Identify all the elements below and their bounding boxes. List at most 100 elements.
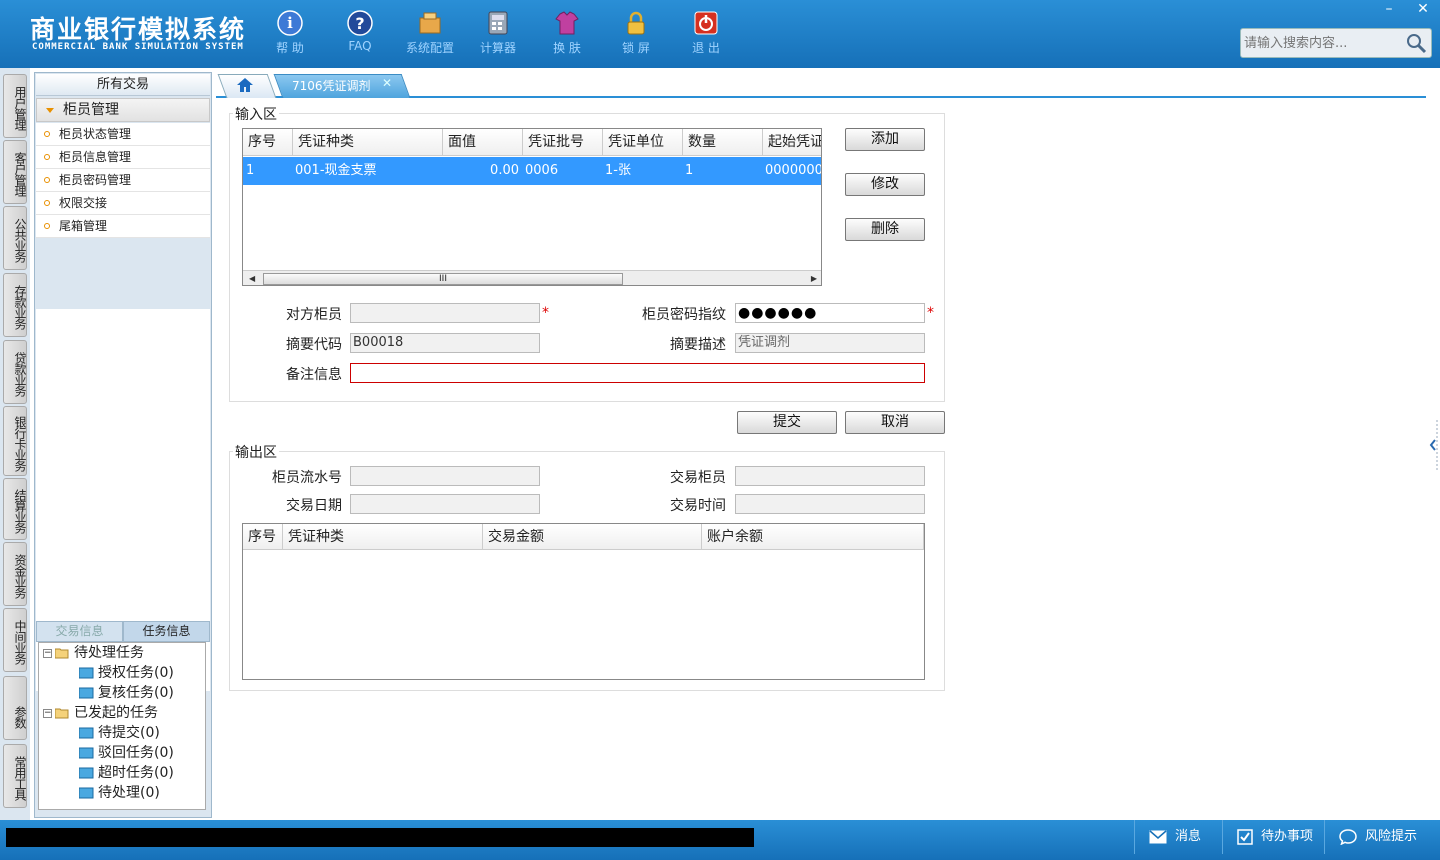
- menu-label: 柜员信息管理: [59, 150, 132, 164]
- config-button[interactable]: 系统配置: [400, 8, 460, 60]
- status-message: [6, 828, 754, 847]
- transaction-time-label: 交易时间: [670, 498, 726, 514]
- tree-node-authorization[interactable]: 授权任务(0): [79, 663, 174, 683]
- vtab-customer-management[interactable]: 客户管理: [3, 140, 27, 204]
- scroll-right-icon[interactable]: ▶: [811, 274, 817, 283]
- calculator-button[interactable]: 计算器: [468, 8, 528, 60]
- window-controls: – ✕: [1372, 0, 1440, 20]
- scroll-thumb[interactable]: III: [263, 273, 623, 285]
- messages-button[interactable]: 消息: [1134, 820, 1222, 854]
- help-button[interactable]: i 帮 助: [260, 8, 320, 60]
- collapse-icon[interactable]: −: [43, 648, 52, 658]
- transaction-teller-field: [735, 466, 925, 486]
- app-header: 商业银行模拟系统 COMMERCIAL BANK SIMULATION SYST…: [0, 0, 1440, 68]
- menu-tail-box[interactable]: 尾箱管理: [36, 215, 210, 238]
- cancel-button[interactable]: 取消: [845, 411, 945, 434]
- col-header-batch: 凭证批号: [523, 129, 603, 156]
- vtab-user-management[interactable]: 用户管理: [3, 74, 27, 138]
- delete-button[interactable]: 删除: [845, 218, 925, 241]
- tree-label: 授权任务(0): [98, 665, 174, 681]
- vtab-common-tools[interactable]: 常用工具: [3, 744, 27, 808]
- col-header-unit: 凭证单位: [603, 129, 683, 156]
- lock-button[interactable]: 锁 屏: [606, 8, 666, 60]
- menu-teller-password[interactable]: 柜员密码管理: [36, 169, 210, 192]
- tree-node-to-process[interactable]: 待处理(0): [79, 783, 160, 803]
- teller-password-field[interactable]: ●●●●●●: [735, 303, 925, 323]
- all-transactions-header[interactable]: 所有交易: [36, 74, 210, 96]
- col-header-voucher-type: 凭证种类: [293, 129, 443, 156]
- vtab-public-business[interactable]: 公共业务: [3, 206, 27, 270]
- document-tabbar: 7106凭证调剂 ✕: [216, 72, 1426, 98]
- counterpart-teller-field[interactable]: [350, 303, 540, 323]
- output-grid: 序号 凭证种类 交易金额 账户余额: [242, 523, 925, 680]
- remark-label: 备注信息: [286, 367, 342, 383]
- tree-node-rejected[interactable]: 驳回任务(0): [79, 743, 174, 763]
- menu-label: 柜员密码管理: [59, 173, 132, 187]
- exit-icon: [694, 11, 718, 35]
- tree-node-to-submit[interactable]: 待提交(0): [79, 723, 160, 743]
- task-tree: − 待处理任务 授权任务(0) 复核任务(0) − 已发起的任务 待提交(0) 驳回…: [38, 642, 206, 810]
- summary-desc-label: 摘要描述: [670, 337, 726, 353]
- submit-button[interactable]: 提交: [737, 411, 837, 434]
- search-input[interactable]: [1244, 34, 1404, 52]
- folder-open-icon: [55, 708, 69, 719]
- add-button[interactable]: 添加: [845, 128, 925, 151]
- menu-label: 权限交接: [59, 196, 108, 210]
- cell-quantity: 1: [685, 163, 694, 178]
- menu-teller-info[interactable]: 柜员信息管理: [36, 146, 210, 169]
- required-mark: *: [542, 305, 549, 321]
- vtab-intermediary-business[interactable]: 中间业务: [3, 608, 27, 672]
- module-tabs: 用户管理 客户管理 公共业务 存款业务 贷款业务 银行卡业务 结算业务 资金业务…: [0, 68, 30, 820]
- col-header-balance: 账户余额: [702, 524, 924, 550]
- cell-voucher-type: 001-现金支票: [295, 163, 377, 178]
- collapse-icon[interactable]: −: [43, 708, 52, 718]
- collapse-right-icon[interactable]: [1427, 420, 1440, 470]
- config-icon: [419, 12, 441, 34]
- minimize-button[interactable]: –: [1372, 0, 1406, 20]
- tree-node-timeout[interactable]: 超时任务(0): [79, 763, 174, 783]
- menu-permission-handover[interactable]: 权限交接: [36, 192, 210, 215]
- home-icon[interactable]: [236, 77, 254, 93]
- tab-transaction-info[interactable]: 交易信息: [36, 621, 123, 642]
- vtab-settlement-business[interactable]: 结算业务: [3, 478, 27, 540]
- vtab-deposit-business[interactable]: 存款业务: [3, 273, 27, 337]
- bullet-icon: [44, 177, 50, 183]
- todo-button[interactable]: 待办事项: [1222, 820, 1324, 854]
- task-icon: [79, 747, 94, 759]
- bullet-icon: [44, 131, 50, 137]
- tree-node-pending[interactable]: − 待处理任务: [43, 643, 144, 663]
- edit-button[interactable]: 修改: [845, 173, 925, 196]
- skin-button[interactable]: 换 肤: [537, 8, 597, 60]
- app-title: 商业银行模拟系统: [30, 15, 247, 44]
- required-mark: *: [927, 305, 934, 321]
- risk-alert-button[interactable]: 风险提示: [1324, 820, 1440, 854]
- tab-task-info[interactable]: 任务信息: [123, 621, 210, 642]
- todo-label: 待办事项: [1261, 829, 1314, 844]
- summary-code-field[interactable]: B00018: [350, 333, 540, 353]
- bullet-icon: [44, 154, 50, 160]
- tree-node-review[interactable]: 复核任务(0): [79, 683, 174, 703]
- transaction-sidebar: 所有交易 柜员管理 柜员状态管理 柜员信息管理 柜员密码管理 权限交接 尾箱管理…: [34, 72, 212, 818]
- transaction-teller-label: 交易柜员: [670, 470, 726, 486]
- skin-label: 换 肤: [553, 41, 581, 55]
- task-icon: [79, 767, 94, 779]
- menu-teller-status[interactable]: 柜员状态管理: [36, 123, 210, 146]
- exit-button[interactable]: 退 出: [676, 8, 736, 60]
- tree-node-initiated[interactable]: − 已发起的任务: [43, 703, 158, 723]
- vtab-loan-business[interactable]: 贷款业务: [3, 340, 27, 404]
- tree-label: 已发起的任务: [74, 705, 158, 721]
- close-tab-icon[interactable]: ✕: [382, 76, 392, 90]
- vtab-parameters[interactable]: 参数: [3, 676, 27, 740]
- scroll-left-icon[interactable]: ◀: [249, 274, 255, 283]
- remark-field[interactable]: [350, 363, 925, 383]
- search-icon[interactable]: [1405, 32, 1427, 54]
- faq-icon: ?: [347, 10, 373, 36]
- horizontal-scrollbar[interactable]: ◀ III ▶: [243, 270, 821, 285]
- summary-code-label: 摘要代码: [286, 337, 342, 353]
- faq-button[interactable]: ? FAQ: [330, 8, 390, 60]
- app-subtitle: COMMERCIAL BANK SIMULATION SYSTEM: [32, 42, 244, 52]
- vtab-fund-business[interactable]: 资金业务: [3, 542, 27, 606]
- teller-management-group[interactable]: 柜员管理: [36, 98, 210, 122]
- vtab-bank-card-business[interactable]: 银行卡业务: [3, 406, 27, 476]
- close-window-button[interactable]: ✕: [1406, 0, 1440, 20]
